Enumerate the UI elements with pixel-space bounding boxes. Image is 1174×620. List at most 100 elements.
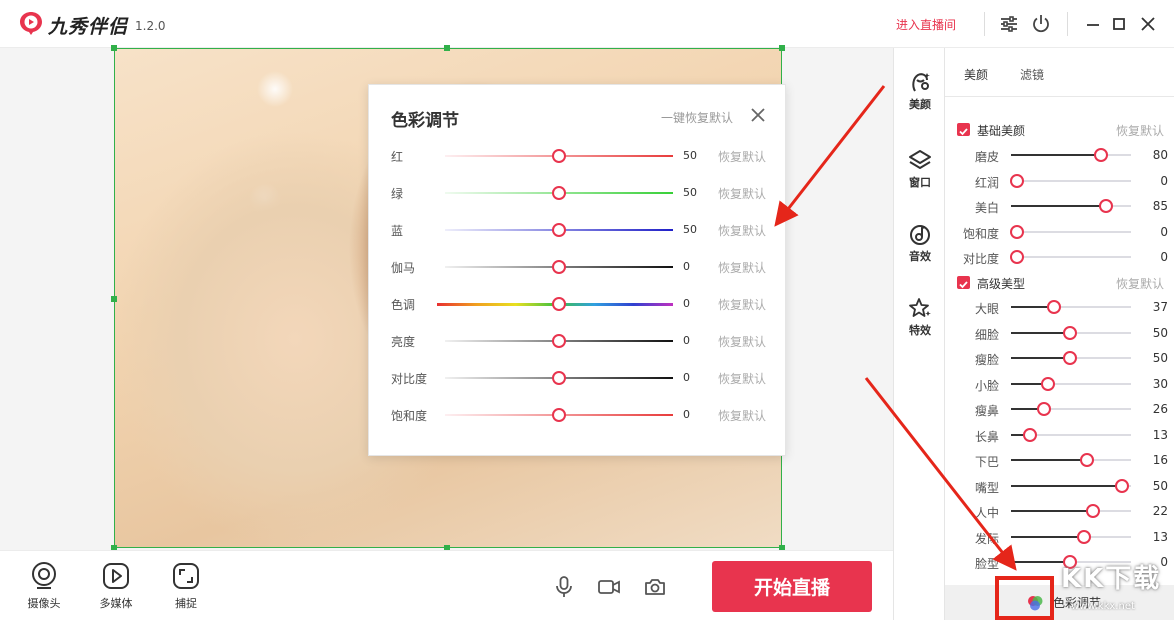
slider-knob[interactable] xyxy=(552,186,566,200)
layers-icon xyxy=(909,150,931,169)
slider-value: 85 xyxy=(1152,199,1168,213)
slider-value: 50 xyxy=(683,223,697,236)
slider-track[interactable] xyxy=(1011,154,1131,156)
beauty-slider-row: 大眼 37 xyxy=(945,298,1174,316)
slider-knob[interactable] xyxy=(552,149,566,163)
slider-knob[interactable] xyxy=(1010,250,1025,264)
sidebar-item-effects[interactable]: 特效 xyxy=(894,296,946,338)
settings-sliders-icon[interactable] xyxy=(997,12,1021,36)
maximize-icon[interactable] xyxy=(1107,12,1131,36)
slider-knob[interactable] xyxy=(1063,325,1077,340)
slider-knob[interactable] xyxy=(1094,148,1109,162)
capture-icon xyxy=(173,563,199,589)
reset-default-button[interactable]: 恢复默认 xyxy=(718,370,766,387)
slider-track[interactable] xyxy=(1011,306,1131,308)
reset-default-button[interactable]: 恢复默认 xyxy=(718,222,766,239)
resize-handle[interactable] xyxy=(111,45,117,51)
advanced-reset-button[interactable]: 恢复默认 xyxy=(1116,275,1164,292)
reset-default-button[interactable]: 恢复默认 xyxy=(718,333,766,350)
slider-track[interactable] xyxy=(1011,510,1131,512)
slider-knob[interactable] xyxy=(1041,376,1056,391)
capture-button[interactable]: 捕捉 xyxy=(164,561,208,611)
sidebar-item-window[interactable]: 窗口 xyxy=(894,148,946,190)
slider-track[interactable] xyxy=(1011,382,1131,385)
reset-default-button[interactable]: 恢复默认 xyxy=(718,185,766,202)
camera-icon[interactable] xyxy=(643,575,667,599)
slider-fill xyxy=(1011,154,1103,156)
webcam-button[interactable]: 摄像头 xyxy=(22,561,66,611)
slider-label: 磨皮 xyxy=(974,150,999,164)
sidebar-item-audio[interactable]: 音效 xyxy=(894,222,946,264)
slider-track[interactable] xyxy=(1011,408,1131,410)
slider-value: 0 xyxy=(683,334,690,347)
reset-all-button[interactable]: 一键恢复默认 xyxy=(661,109,733,126)
slider-track[interactable] xyxy=(1011,179,1131,182)
feature-sidebar: 美颜 窗口 音效 特效 xyxy=(893,48,945,620)
slider-track[interactable] xyxy=(1011,256,1131,258)
microphone-icon[interactable] xyxy=(552,575,576,599)
resize-handle[interactable] xyxy=(444,45,450,51)
slider-knob[interactable] xyxy=(552,223,566,237)
reset-default-button[interactable]: 恢复默认 xyxy=(718,148,766,165)
slider-knob[interactable] xyxy=(552,260,566,274)
slider-track[interactable] xyxy=(1011,205,1131,207)
check-icon xyxy=(959,128,968,136)
sidebar-item-beauty[interactable]: 美颜 xyxy=(894,70,946,112)
close-icon[interactable] xyxy=(1136,12,1160,36)
slider-track[interactable] xyxy=(1011,535,1131,538)
basic-reset-button[interactable]: 恢复默认 xyxy=(1116,122,1164,139)
slider-knob[interactable] xyxy=(1010,224,1025,239)
reset-default-button[interactable]: 恢复默认 xyxy=(718,259,766,276)
slider-knob[interactable] xyxy=(1010,173,1025,188)
slider-knob[interactable] xyxy=(1063,555,1077,569)
slider-knob[interactable] xyxy=(1047,300,1062,314)
tab-filter[interactable]: 滤镜 xyxy=(1020,66,1044,83)
slider-value: 50 xyxy=(683,149,697,162)
multimedia-button[interactable]: 多媒体 xyxy=(94,561,138,611)
tab-beauty[interactable]: 美颜 xyxy=(964,66,988,83)
beauty-slider-row: 对比度 0 xyxy=(945,248,1174,266)
slider-knob[interactable] xyxy=(552,408,566,422)
slider-knob[interactable] xyxy=(1114,478,1129,493)
dialog-title: 色彩调节 xyxy=(391,111,459,131)
resize-handle[interactable] xyxy=(111,296,117,302)
slider-track[interactable] xyxy=(1011,484,1131,487)
beauty-panel: 美颜 滤镜 基础美颜 恢复默认 磨皮 80 红润 0 美白 85 饱和度 0 对比度 0 高级美型… xyxy=(945,48,1174,620)
color-slider-row: 红 50 恢复默认 xyxy=(369,146,787,166)
slider-knob[interactable] xyxy=(552,371,566,385)
minimize-icon[interactable] xyxy=(1081,12,1105,36)
sidebar-item-label: 音效 xyxy=(909,250,931,263)
slider-value: 0 xyxy=(1160,173,1168,188)
start-live-button[interactable]: 开始直播 xyxy=(712,561,872,612)
slider-knob[interactable] xyxy=(1099,199,1113,213)
slider-track[interactable] xyxy=(1011,459,1131,461)
slider-label: 饱和度 xyxy=(391,409,428,423)
color-adjust-button[interactable]: 色彩调节 xyxy=(1025,591,1115,615)
slider-value: 0 xyxy=(683,260,690,273)
power-icon[interactable] xyxy=(1029,12,1053,36)
beauty-slider-row: 细脸 50 xyxy=(945,324,1174,342)
slider-label: 脸型 xyxy=(974,557,999,571)
resize-handle[interactable] xyxy=(779,45,785,51)
reset-default-button[interactable]: 恢复默认 xyxy=(718,407,766,424)
slider-knob[interactable] xyxy=(1079,453,1094,467)
video-camera-icon[interactable] xyxy=(597,575,621,599)
slider-knob[interactable] xyxy=(1023,427,1038,442)
basic-beauty-checkbox[interactable] xyxy=(957,123,970,136)
slider-knob[interactable] xyxy=(552,334,566,348)
advanced-shape-checkbox[interactable] xyxy=(957,276,970,289)
slider-knob[interactable] xyxy=(1077,529,1092,544)
beauty-slider-row: 红润 0 xyxy=(945,172,1174,190)
slider-knob[interactable] xyxy=(552,297,566,311)
slider-knob[interactable] xyxy=(1063,351,1077,365)
slider-knob[interactable] xyxy=(1085,504,1100,518)
slider-track[interactable] xyxy=(1011,230,1131,233)
title-bar: 九秀伴侣 1.2.0 进入直播间 xyxy=(0,0,1174,48)
reset-default-button[interactable]: 恢复默认 xyxy=(718,296,766,313)
close-icon[interactable] xyxy=(750,107,766,123)
enter-live-room-link[interactable]: 进入直播间 xyxy=(896,16,956,33)
slider-knob[interactable] xyxy=(1036,402,1051,416)
slider-label: 伽马 xyxy=(391,261,416,275)
sidebar-item-label: 美颜 xyxy=(909,98,931,111)
slider-label: 美白 xyxy=(974,201,999,215)
